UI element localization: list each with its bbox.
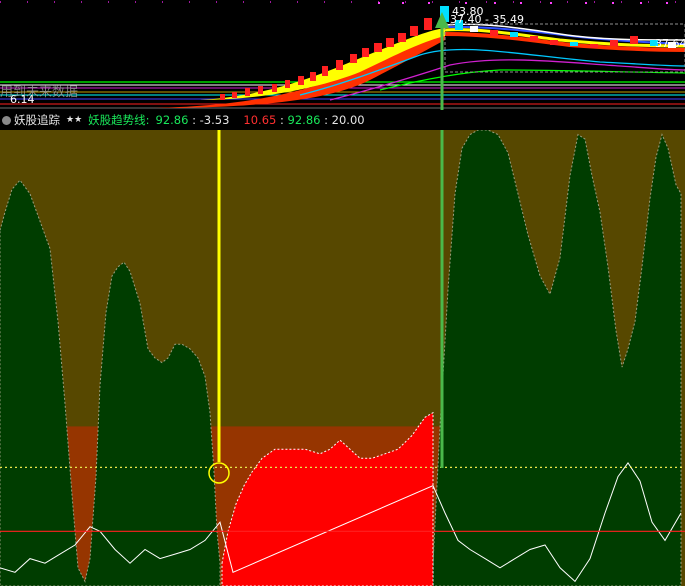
indicator-header: 妖股追踪 ★★ 妖股趋势线: 92.86 : -3.53 10.65 : 92.… xyxy=(0,110,685,130)
label-right: 37.64 xyxy=(655,37,685,50)
stock-chart: 43.80 37.40 - 35.49 37.64 6.14 用到未来数据 xyxy=(0,0,685,586)
price-panel-bg xyxy=(0,0,685,109)
indicator-name: 妖股追踪 xyxy=(14,113,60,127)
value-1: 92.86 xyxy=(155,113,189,127)
value-5: 20.00 xyxy=(331,113,365,127)
value-3: 10.65 xyxy=(243,113,277,127)
indicator-panel xyxy=(0,129,685,586)
collapse-icon[interactable] xyxy=(2,115,11,125)
line-name: 妖股趋势线: xyxy=(88,113,150,127)
value-4: 92.86 xyxy=(287,113,321,127)
price-panel: 43.80 37.40 - 35.49 37.64 6.14 用到未来数据 xyxy=(0,0,685,109)
indicator-stars: ★★ xyxy=(66,115,83,125)
label-range: 37.40 - 35.49 xyxy=(450,13,524,26)
overlay-text: 用到未来数据 xyxy=(0,85,78,100)
value-2: -3.53 xyxy=(199,113,230,127)
